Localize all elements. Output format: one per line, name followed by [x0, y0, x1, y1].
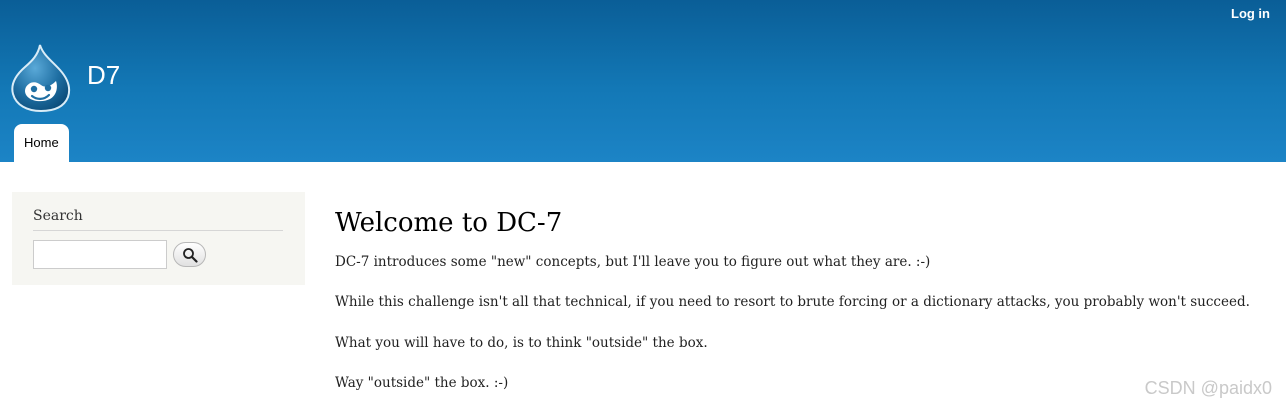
body-paragraph-1: DC-7 introduces some "new" concepts, but… [335, 254, 931, 270]
search-block-title: Search [33, 208, 283, 231]
body-paragraph-2: While this challenge isn't all that tech… [335, 294, 1250, 310]
menu-tab-home[interactable]: Home [14, 124, 69, 162]
watermark-text: CSDN @paidx0 [1144, 378, 1272, 398]
main-content: Welcome to DC-7 DC-7 introduces some "ne… [335, 204, 1255, 393]
login-link[interactable]: Log in [1231, 6, 1270, 21]
page-title: Welcome to DC-7 [335, 208, 563, 238]
site-header: Log in D7 Home [0, 0, 1286, 162]
magnifier-icon [182, 247, 198, 263]
main-menu: Home [14, 124, 69, 162]
drupal-drop-icon[interactable] [10, 43, 72, 113]
body-paragraph-4: Way "outside" the box. :-) [335, 375, 509, 391]
search-form [33, 240, 284, 269]
site-name[interactable]: D7 [87, 60, 120, 90]
body-paragraph-3: What you will have to do, is to think "o… [335, 335, 708, 351]
search-button[interactable] [173, 242, 206, 267]
search-block: Search [12, 192, 305, 285]
search-input[interactable] [33, 240, 167, 269]
